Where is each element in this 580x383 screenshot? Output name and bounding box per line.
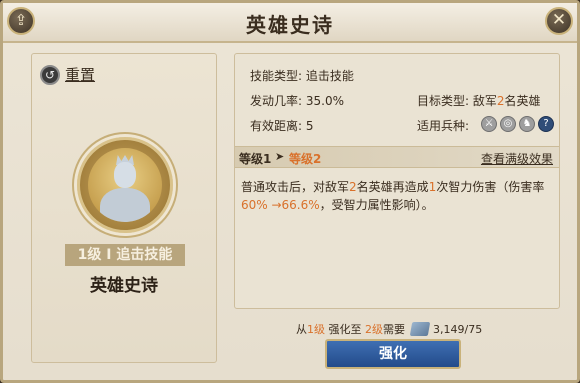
next-level: 等级2 (289, 152, 322, 166)
skill-type: 技能类型: 追击技能 (250, 69, 354, 83)
upgrade-cost-line: 从1级 强化至 2级需要 3,149/75 (296, 322, 483, 336)
reset-button[interactable]: ↺ 重置 (40, 64, 95, 85)
skill-level-label: 1级 I 追击技能 (65, 244, 185, 266)
skill-card: ↺ 重置 1级 I 追击技能 英雄史诗 (31, 53, 217, 363)
skill-portrait (77, 137, 173, 233)
effective-range: 有效距离: 5 (250, 119, 314, 133)
level-compare-bar: 等级1 ➤ 等级2 查看满级效果 (235, 146, 559, 168)
current-level: 等级1 (239, 152, 272, 166)
reset-icon[interactable]: ↺ (40, 64, 60, 85)
view-max-level-link[interactable]: 查看满级效果 (481, 150, 553, 167)
unit-types-label: 适用兵种: (417, 119, 470, 133)
statue-icon (88, 148, 162, 222)
upgrade-button[interactable]: 强化 (325, 339, 461, 369)
skill-name: 英雄史诗 (90, 276, 158, 296)
arrow-icon: ➤ (275, 150, 285, 163)
trigger-rate: 发动几率: 35.0% (250, 94, 344, 108)
reset-label[interactable]: 重置 (65, 64, 95, 85)
bow-icon: ◎ (500, 116, 516, 132)
window-title: 英雄史诗 (246, 13, 334, 37)
sword-icon: ⚔ (481, 116, 497, 132)
skill-book-icon (409, 322, 431, 336)
title-bar: ⇪ 英雄史诗 ✕ (3, 3, 577, 43)
skill-details-panel: 技能类型: 追击技能 发动几率: 35.0% 目标类型: 敌军2名英雄 有效距离… (234, 53, 560, 309)
skill-description: 普通攻击后，对敌军2名英雄再造成1次智力伤害（伤害率 60% →66.6%，受智… (241, 180, 545, 212)
horse-icon: ♞ (519, 116, 535, 132)
skill-window: ⇪ 英雄史诗 ✕ ↺ 重置 1级 I 追击技能 英雄史诗 技能类型: 追击技能 … (0, 0, 580, 383)
target-type: 目标类型: 敌军2名英雄 (417, 94, 541, 108)
close-icon[interactable]: ✕ (545, 7, 573, 35)
unit-type-icons: ⚔ ◎ ♞ ? (481, 116, 554, 132)
help-icon[interactable]: ? (538, 116, 554, 132)
